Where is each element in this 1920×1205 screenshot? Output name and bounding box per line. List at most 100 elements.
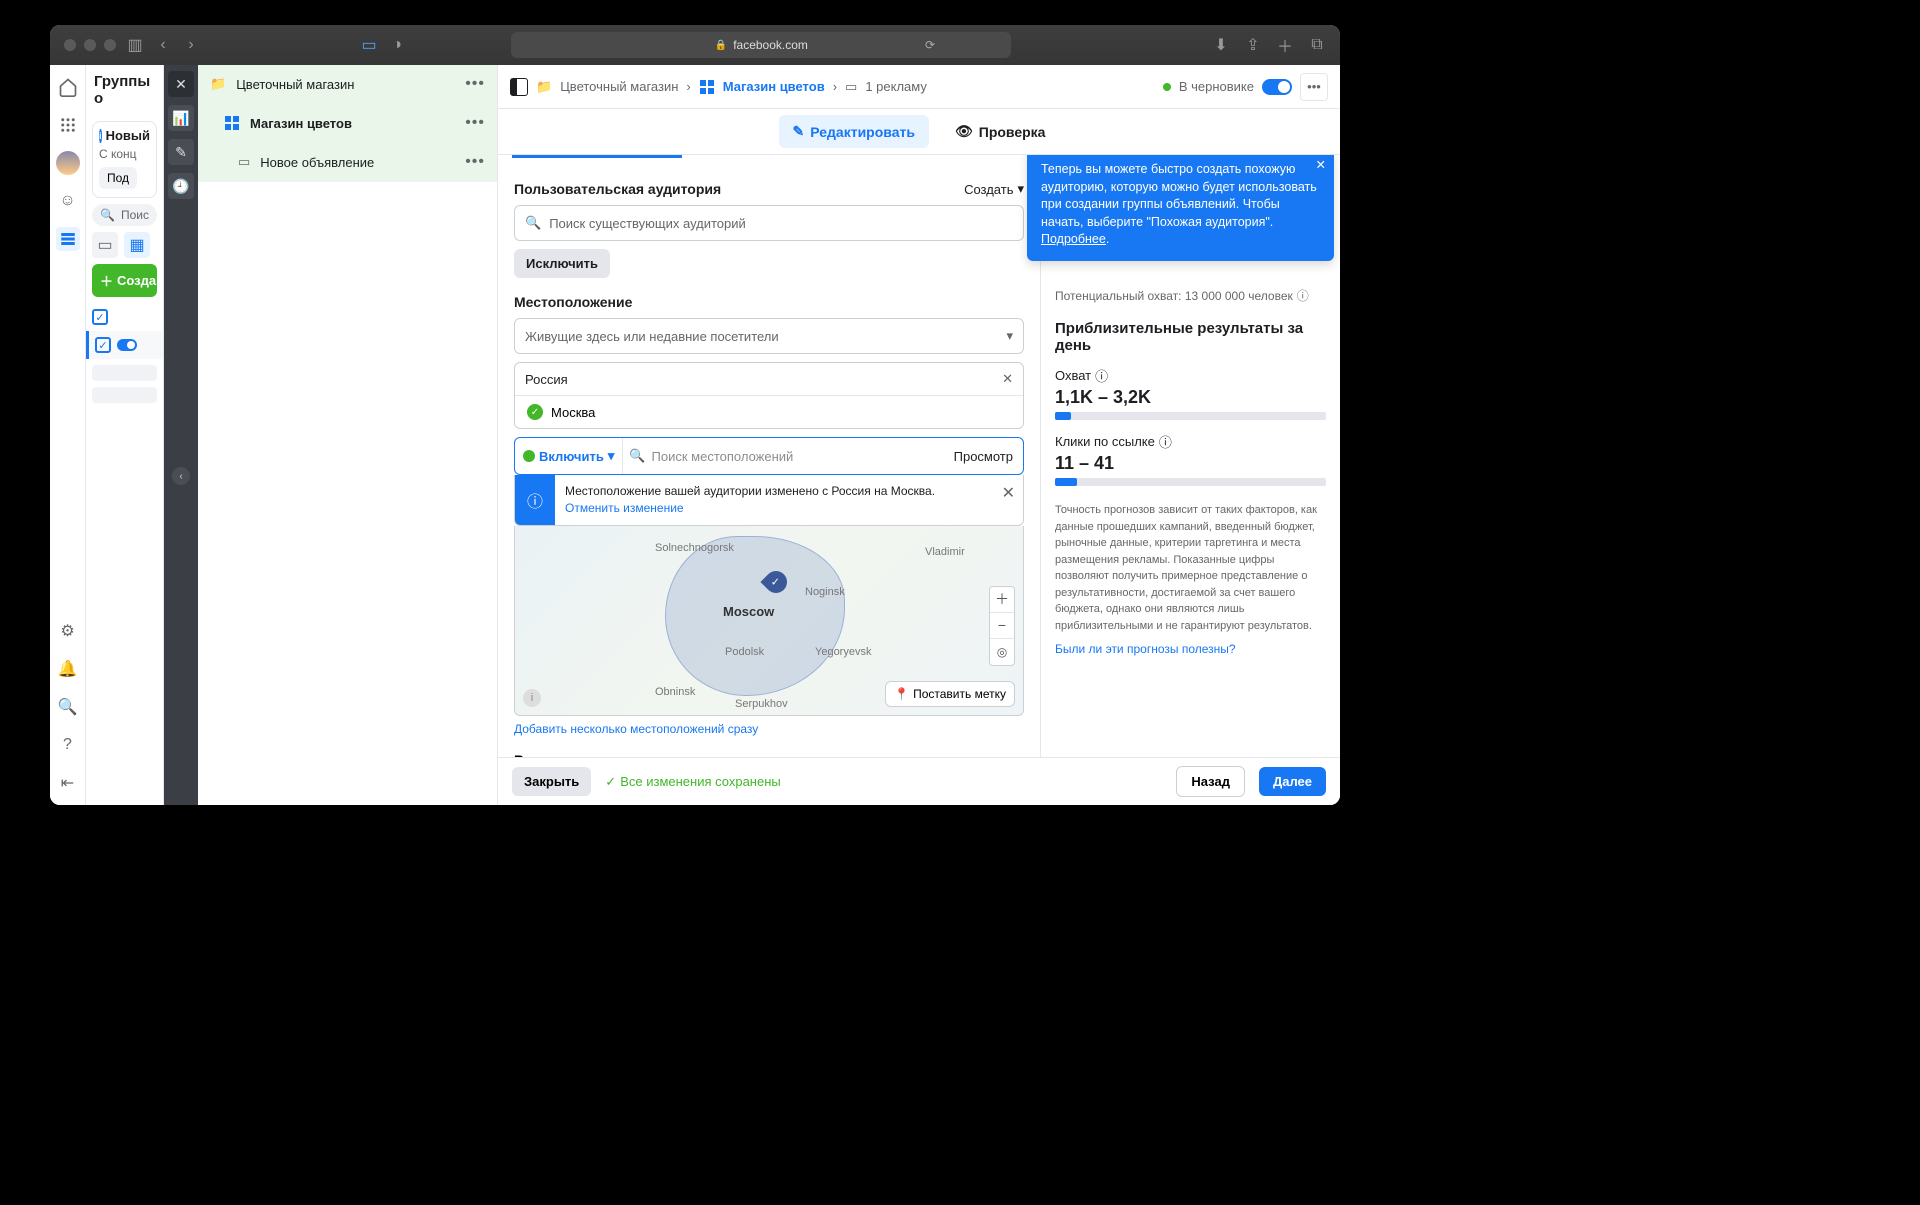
reach-bar: [1055, 412, 1326, 420]
collapse-icon[interactable]: ⇤: [56, 771, 80, 795]
home-icon[interactable]: [56, 75, 80, 99]
crumb-campaign[interactable]: Цветочный магазин: [560, 79, 678, 94]
gear-icon[interactable]: ⚙: [56, 619, 80, 643]
folder-icon: 📁: [210, 76, 226, 92]
age-label: Возраст: [514, 752, 1024, 757]
close-icon[interactable]: ✕: [994, 475, 1023, 525]
col2-search[interactable]: 🔍 Поис: [92, 204, 157, 226]
avatar[interactable]: [56, 151, 80, 175]
lock-icon: 🔒: [715, 40, 727, 51]
main-panel: 📁 Цветочный магазин › Магазин цветов › ▭…: [498, 65, 1340, 805]
ad-icon: ▭: [845, 79, 857, 95]
bell-icon[interactable]: 🔔: [56, 657, 80, 681]
saved-indicator: ✓Все изменения сохранены: [605, 774, 780, 790]
disclaimer: Точность прогнозов зависит от таких факт…: [1055, 502, 1326, 634]
add-bulk-locations-link[interactable]: Добавить несколько местоположений сразу: [514, 722, 758, 736]
table-row[interactable]: ✓: [86, 331, 163, 359]
new-tab-icon[interactable]: ＋: [1276, 36, 1294, 54]
adset-icon: [699, 79, 715, 95]
tree-adset[interactable]: Магазин цветов •••: [198, 104, 497, 143]
create-button[interactable]: ＋ Созда: [92, 264, 157, 297]
traffic-lights[interactable]: [64, 39, 116, 51]
apps-icon[interactable]: [56, 113, 80, 137]
reader-icon[interactable]: ▭: [360, 36, 378, 54]
info-icon[interactable]: ⓘ: [1159, 432, 1172, 451]
drop-pin-button[interactable]: 📍Поставить метку: [885, 681, 1015, 707]
reload-icon[interactable]: ⟳: [925, 38, 935, 52]
tab-edit[interactable]: ✎Редактировать: [779, 115, 929, 148]
zoom-out-icon[interactable]: −: [990, 613, 1014, 639]
tabs-icon[interactable]: ⧉: [1308, 36, 1326, 54]
app-shell: ☺ ⚙ 🔔 🔍 ? ⇤ Группы о iНовый С конц Под 🔍…: [50, 65, 1340, 805]
clicks-value: 11 – 41: [1055, 453, 1326, 474]
checkbox-icon[interactable]: ✓: [92, 309, 108, 325]
learn-more-link[interactable]: Подробнее: [1041, 232, 1106, 246]
more-icon[interactable]: •••: [465, 114, 485, 132]
col2-header: Группы о: [86, 65, 163, 115]
url-bar[interactable]: 🔒 facebook.com ⟳: [511, 32, 1011, 58]
help-icon[interactable]: ?: [56, 733, 80, 757]
tree-ad[interactable]: ▭ Новое объявление •••: [198, 143, 497, 182]
audience-search-input[interactable]: 🔍 Поиск существующих аудиторий: [514, 205, 1024, 241]
more-icon[interactable]: •••: [1300, 73, 1328, 101]
next-button[interactable]: Далее: [1259, 767, 1326, 796]
location-search-input[interactable]: 🔍Поиск местоположений: [622, 438, 943, 474]
search-icon[interactable]: 🔍: [56, 695, 80, 719]
close-icon[interactable]: ✕: [168, 71, 194, 97]
gauge-icon[interactable]: ☺: [56, 189, 80, 213]
left-rail: ☺ ⚙ 🔔 🔍 ? ⇤: [50, 65, 86, 805]
info-icon[interactable]: ⓘ: [1297, 287, 1309, 304]
tab-review[interactable]: 👁Проверка: [941, 115, 1060, 148]
download-icon[interactable]: ⬇: [1212, 36, 1230, 54]
chip[interactable]: Под: [99, 167, 137, 189]
close-button[interactable]: Закрыть: [512, 767, 591, 796]
share-icon[interactable]: ⇪: [1244, 36, 1262, 54]
close-icon[interactable]: ✕: [1316, 157, 1326, 175]
checkbox-icon[interactable]: ✓: [95, 337, 111, 353]
sidebar-toggle-icon[interactable]: ▥: [126, 36, 144, 54]
location-chip[interactable]: ✓Москва: [515, 396, 1023, 428]
nav-forward-icon[interactable]: ›: [182, 36, 200, 54]
crumb-ad[interactable]: 1 рекламу: [865, 79, 927, 94]
more-icon[interactable]: •••: [465, 153, 485, 171]
nav-back-icon[interactable]: ‹: [154, 36, 172, 54]
shield-icon[interactable]: ◑: [388, 36, 406, 54]
search-icon: 🔍: [525, 215, 541, 231]
folder-tab-icon[interactable]: ▭: [92, 232, 118, 258]
undo-link[interactable]: Отменить изменение: [565, 501, 684, 515]
info-icon[interactable]: ⓘ: [1095, 366, 1108, 385]
toggle[interactable]: [117, 339, 137, 351]
exclude-button[interactable]: Исключить: [514, 249, 610, 278]
feedback-link[interactable]: Были ли эти прогнозы полезны?: [1055, 642, 1236, 656]
chart-icon[interactable]: 📊: [168, 105, 194, 131]
map-info-icon[interactable]: i: [523, 689, 541, 707]
collapse-strip-icon[interactable]: ‹: [172, 467, 190, 485]
crumb-adset[interactable]: Магазин цветов: [723, 79, 825, 94]
create-audience-link[interactable]: Создать ▾: [964, 181, 1024, 197]
browser-titlebar: ▥ ‹ › ▭ ◑ 🔒 facebook.com ⟳ ⬇ ⇪ ＋ ⧉: [50, 25, 1340, 65]
status-toggle[interactable]: [1262, 79, 1292, 95]
location-mode-select[interactable]: Живущие здесь или недавние посетители ▾: [514, 318, 1024, 354]
info-icon: ⓘ: [515, 475, 555, 525]
locate-icon[interactable]: ◎: [990, 639, 1014, 665]
grid-tab-icon[interactable]: ▦: [124, 232, 150, 258]
status-label: В черновике: [1179, 79, 1254, 94]
panel-toggle-icon[interactable]: [510, 78, 528, 96]
pencil-icon[interactable]: ✎: [168, 139, 194, 165]
close-icon[interactable]: ✕: [1002, 371, 1013, 387]
table-row[interactable]: ✓: [86, 303, 163, 331]
back-button[interactable]: Назад: [1176, 766, 1245, 797]
audience-title: Пользовательская аудитория: [514, 181, 721, 197]
more-icon[interactable]: •••: [465, 75, 485, 93]
caret-down-icon: ▾: [1017, 181, 1024, 197]
pencil-icon: ✎: [793, 123, 805, 140]
status-dot-icon: [1163, 83, 1171, 91]
view-button[interactable]: Просмотр: [944, 449, 1023, 464]
tree-campaign[interactable]: 📁 Цветочный магазин •••: [198, 65, 497, 104]
map-zoom-controls: ＋ − ◎: [989, 586, 1015, 666]
zoom-in-icon[interactable]: ＋: [990, 587, 1014, 613]
clock-icon[interactable]: 🕘: [168, 173, 194, 199]
table-icon[interactable]: [56, 227, 80, 251]
location-map[interactable]: Moscow Solnechnogorsk Noginsk Vladimir P…: [514, 526, 1024, 716]
include-dropdown[interactable]: Включить ▾: [515, 448, 622, 464]
